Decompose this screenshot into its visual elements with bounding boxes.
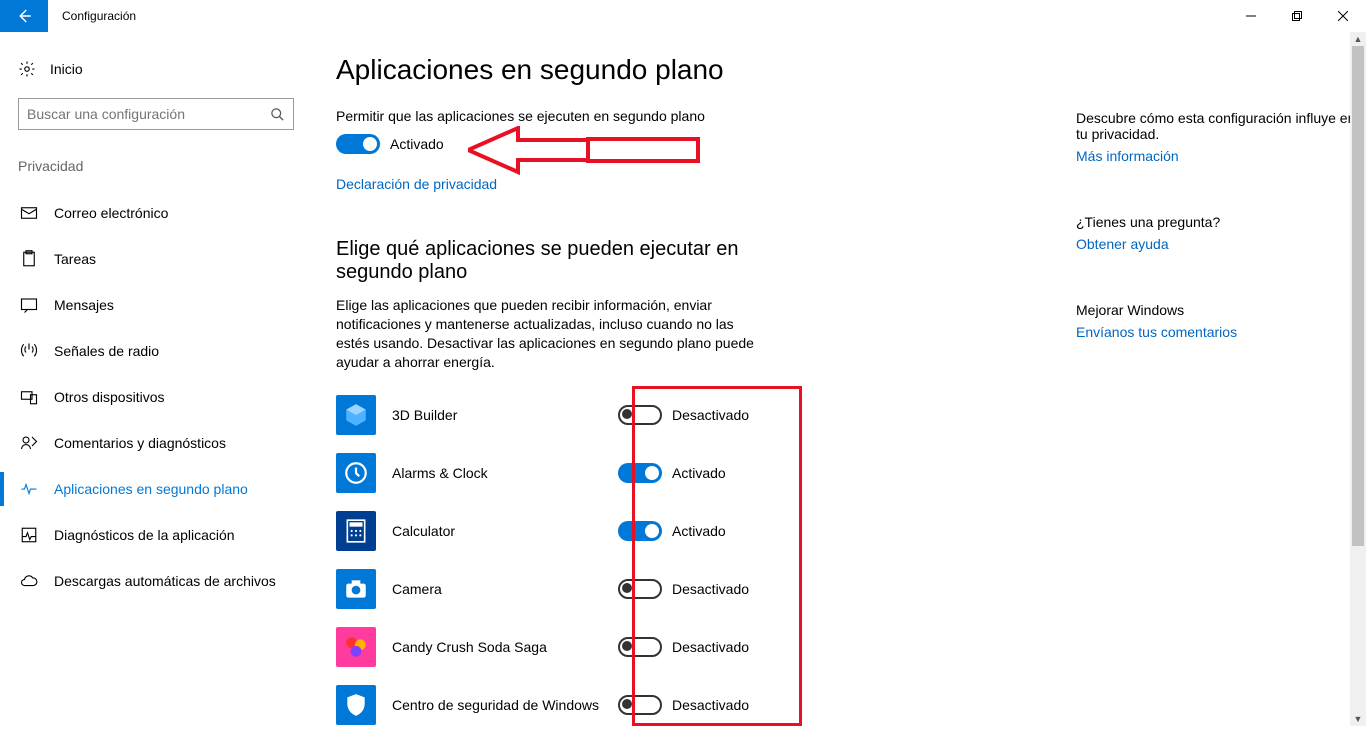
privacy-statement-link[interactable]: Declaración de privacidad [336,176,1016,192]
sidebar-item-label: Tareas [54,251,96,267]
scrollbar[interactable]: ▲ ▼ [1350,32,1366,726]
page-title: Aplicaciones en segundo plano [336,54,1016,86]
app-toggle[interactable] [618,463,662,483]
message-icon [20,296,38,314]
master-toggle[interactable] [336,134,380,154]
scroll-thumb[interactable] [1352,46,1364,546]
app-name-label: Candy Crush Soda Saga [392,639,602,655]
sidebar-item-label: Correo electrónico [54,205,168,221]
app-name-label: Centro de seguridad de Windows D... [392,697,602,713]
back-button[interactable] [0,0,48,32]
app-name-label: 3D Builder [392,407,602,423]
app-toggle-label: Activado [672,465,726,481]
app-row: Candy Crush Soda Saga Desactivado [336,618,1016,676]
devices-icon [20,388,38,406]
candy-icon [336,627,376,667]
app-toggle-label: Desactivado [672,639,749,655]
titlebar: Configuración [0,0,1366,32]
window-title: Configuración [48,0,1228,32]
get-help-link[interactable]: Obtener ayuda [1076,236,1356,252]
sidebar-item-cloud[interactable]: Descargas automáticas de archivos [18,558,294,604]
app-name-label: Camera [392,581,602,597]
gear-icon [18,60,36,78]
sidebar-item-heartbeat[interactable]: Aplicaciones en segundo plano [18,466,294,512]
privacy-info-text: Descubre cómo esta configuración influye… [1076,110,1356,142]
sidebar: Inicio Privacidad Correo electrónico Tare… [0,32,310,726]
scroll-down-arrow[interactable]: ▼ [1350,712,1366,726]
minimize-button[interactable] [1228,0,1274,32]
search-input-wrap[interactable] [18,98,294,130]
window-controls [1228,0,1366,32]
sidebar-item-label: Otros dispositivos [54,389,164,405]
app-toggle[interactable] [618,521,662,541]
improve-text: Mejorar Windows [1076,302,1356,318]
section-label: Privacidad [18,158,294,174]
heartbeat-icon [20,480,38,498]
app-toggle-label: Desactivado [672,581,749,597]
feedback-icon [20,434,38,452]
scroll-up-arrow[interactable]: ▲ [1350,32,1366,46]
home-label: Inicio [50,61,83,77]
cube-icon [336,395,376,435]
feedback-link[interactable]: Envíanos tus comentarios [1076,324,1356,340]
app-name-label: Calculator [392,523,602,539]
app-row: 3D Builder Desactivado [336,386,1016,444]
mail-icon [20,204,38,222]
diag-icon [20,526,38,544]
sidebar-item-label: Mensajes [54,297,114,313]
sidebar-item-clipboard[interactable]: Tareas [18,236,294,282]
right-column: Descubre cómo esta configuración influye… [1016,54,1366,726]
app-toggle-label: Desactivado [672,697,749,713]
app-toggle-label: Activado [672,523,726,539]
sidebar-item-label: Aplicaciones en segundo plano [54,481,248,497]
clock-icon [336,453,376,493]
app-toggle[interactable] [618,405,662,425]
sidebar-item-label: Señales de radio [54,343,159,359]
shield-icon [336,685,376,725]
app-row: Camera Desactivado [336,560,1016,618]
sidebar-item-label: Diagnósticos de la aplicación [54,527,235,543]
sidebar-item-diag[interactable]: Diagnósticos de la aplicación [18,512,294,558]
close-button[interactable] [1320,0,1366,32]
app-toggle[interactable] [618,637,662,657]
sidebar-item-label: Comentarios y diagnósticos [54,435,226,451]
sidebar-item-feedback[interactable]: Comentarios y diagnósticos [18,420,294,466]
sub-heading: Elige qué aplicaciones se pueden ejecuta… [336,238,756,284]
search-input[interactable] [27,106,270,122]
main-area: Aplicaciones en segundo plano Permitir q… [310,32,1366,726]
app-toggle[interactable] [618,579,662,599]
sidebar-item-label: Descargas automáticas de archivos [54,573,276,589]
clipboard-icon [20,250,38,268]
camera-icon [336,569,376,609]
maximize-button[interactable] [1274,0,1320,32]
sidebar-item-devices[interactable]: Otros dispositivos [18,374,294,420]
more-info-link[interactable]: Más información [1076,148,1356,164]
sidebar-item-radio[interactable]: Señales de radio [18,328,294,374]
app-row: Calculator Activado [336,502,1016,560]
arrow-left-icon [15,7,33,25]
cloud-icon [20,572,38,590]
description: Elige las aplicaciones que pueden recibi… [336,296,756,372]
app-row: Centro de seguridad de Windows D... Desac… [336,676,1016,734]
sidebar-item-message[interactable]: Mensajes [18,282,294,328]
maximize-icon [1292,11,1302,21]
app-row: Alarms & Clock Activado [336,444,1016,502]
app-toggle[interactable] [618,695,662,715]
question-text: ¿Tienes una pregunta? [1076,214,1356,230]
calc-icon [336,511,376,551]
app-toggle-label: Desactivado [672,407,749,423]
radio-icon [20,342,38,360]
home-nav[interactable]: Inicio [18,54,294,84]
close-icon [1338,11,1348,21]
allow-label: Permitir que las aplicaciones se ejecute… [336,108,1016,124]
master-toggle-label: Activado [390,136,444,152]
app-name-label: Alarms & Clock [392,465,602,481]
sidebar-item-mail[interactable]: Correo electrónico [18,190,294,236]
search-icon [270,107,285,122]
minimize-icon [1246,11,1256,21]
